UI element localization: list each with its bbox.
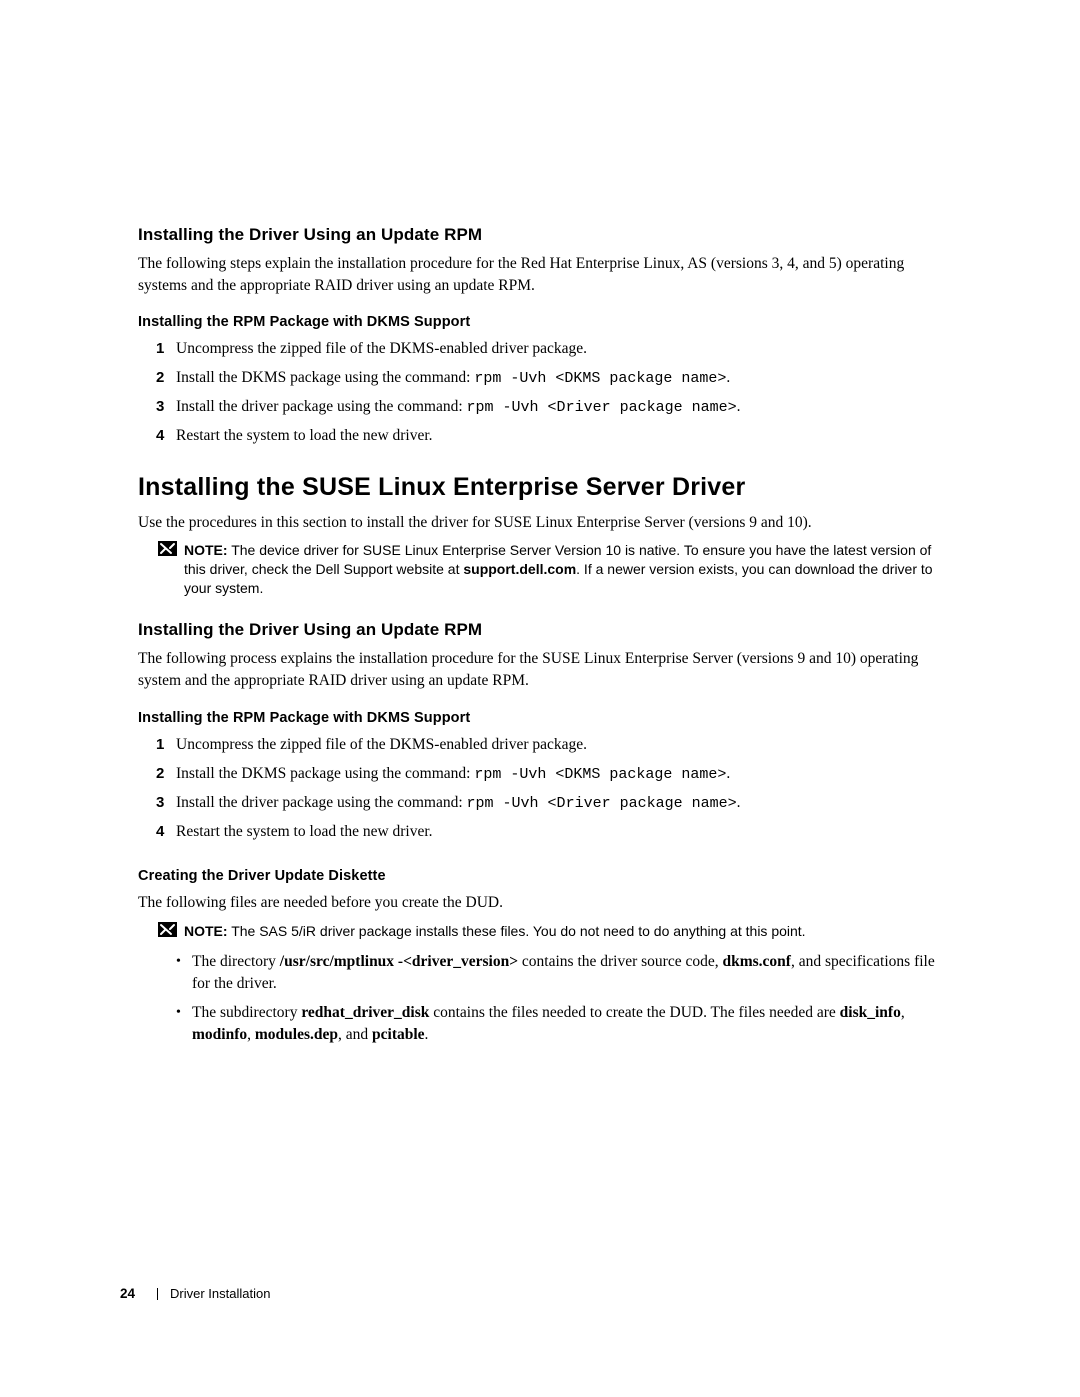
- step-text: .: [726, 369, 730, 386]
- page-number: 24: [120, 1286, 135, 1301]
- list-item: Install the driver package using the com…: [160, 792, 950, 814]
- footer-separator: [157, 1288, 158, 1300]
- bullet-text: contains the driver source code,: [518, 953, 722, 970]
- bullet-text: ,: [901, 1004, 905, 1021]
- step-text: .: [737, 794, 741, 811]
- bullet-text: The subdirectory: [192, 1004, 301, 1021]
- note-icon: [158, 541, 177, 556]
- dud-note: NOTE: The SAS 5/iR driver package instal…: [158, 922, 950, 941]
- step-text: .: [726, 765, 730, 782]
- suse-update-rpm-heading: Installing the Driver Using an Update RP…: [138, 620, 950, 640]
- file-text: disk_info: [840, 1004, 901, 1021]
- dud-heading: Creating the Driver Update Diskette: [138, 868, 950, 884]
- bullet-text: The directory: [192, 953, 280, 970]
- rh-dkms-steps: Uncompress the zipped file of the DKMS-e…: [138, 338, 950, 446]
- list-item: Install the driver package using the com…: [160, 396, 950, 418]
- page-footer: 24 Driver Installation: [120, 1286, 270, 1301]
- file-text: pcitable: [372, 1026, 425, 1043]
- step-text: .: [737, 398, 741, 415]
- note-icon: [158, 922, 177, 937]
- suse-dkms-heading: Installing the RPM Package with DKMS Sup…: [138, 710, 950, 726]
- suse-note: NOTE: The device driver for SUSE Linux E…: [158, 541, 950, 598]
- file-text: modules.dep: [255, 1026, 338, 1043]
- command-text: rpm -Uvh <Driver package name>: [467, 399, 737, 416]
- list-item: Install the DKMS package using the comma…: [160, 367, 950, 389]
- list-item: Restart the system to load the new drive…: [160, 821, 950, 843]
- rh-dkms-heading: Installing the RPM Package with DKMS Sup…: [138, 314, 950, 330]
- bullet-text: contains the files needed to create the …: [429, 1004, 839, 1021]
- suse-section-heading: Installing the SUSE Linux Enterprise Ser…: [138, 473, 950, 502]
- note-body: The SAS 5/iR driver package installs the…: [231, 923, 805, 939]
- list-item: The directory /usr/src/mptlinux -<driver…: [176, 951, 950, 994]
- list-item: Uncompress the zipped file of the DKMS-e…: [160, 338, 950, 360]
- step-text: Install the DKMS package using the comma…: [176, 765, 474, 782]
- list-item: Install the DKMS package using the comma…: [160, 763, 950, 785]
- file-text: dkms.conf: [722, 953, 790, 970]
- note-label: NOTE:: [184, 542, 228, 558]
- suse-intro-para: Use the procedures in this section to in…: [138, 512, 950, 534]
- file-text: modinfo: [192, 1026, 247, 1043]
- command-text: rpm -Uvh <Driver package name>: [467, 795, 737, 812]
- bullet-text: .: [425, 1026, 429, 1043]
- list-item: Restart the system to load the new drive…: [160, 425, 950, 447]
- note-text: NOTE: The device driver for SUSE Linux E…: [184, 542, 933, 596]
- suse-dkms-steps: Uncompress the zipped file of the DKMS-e…: [138, 734, 950, 842]
- dud-intro-para: The following files are needed before yo…: [138, 892, 950, 914]
- path-text: /usr/src/mptlinux -<driver_version>: [280, 953, 518, 970]
- command-text: rpm -Uvh <DKMS package name>: [474, 766, 726, 783]
- note-text: NOTE: The SAS 5/iR driver package instal…: [184, 923, 806, 939]
- step-text: Install the DKMS package using the comma…: [176, 369, 474, 386]
- support-link: support.dell.com: [463, 561, 576, 577]
- rh-update-rpm-para: The following steps explain the installa…: [138, 253, 950, 296]
- list-item: Uncompress the zipped file of the DKMS-e…: [160, 734, 950, 756]
- bullet-text: , and: [338, 1026, 372, 1043]
- note-label: NOTE:: [184, 923, 228, 939]
- rh-update-rpm-heading: Installing the Driver Using an Update RP…: [138, 225, 950, 245]
- dud-bullets: The directory /usr/src/mptlinux -<driver…: [138, 951, 950, 1046]
- list-item: The subdirectory redhat_driver_disk cont…: [176, 1002, 950, 1045]
- bullet-text: ,: [247, 1026, 255, 1043]
- suse-update-rpm-para: The following process explains the insta…: [138, 648, 950, 691]
- step-text: Install the driver package using the com…: [176, 794, 467, 811]
- path-text: redhat_driver_disk: [301, 1004, 429, 1021]
- footer-section-title: Driver Installation: [170, 1286, 270, 1301]
- step-text: Install the driver package using the com…: [176, 398, 467, 415]
- command-text: rpm -Uvh <DKMS package name>: [474, 370, 726, 387]
